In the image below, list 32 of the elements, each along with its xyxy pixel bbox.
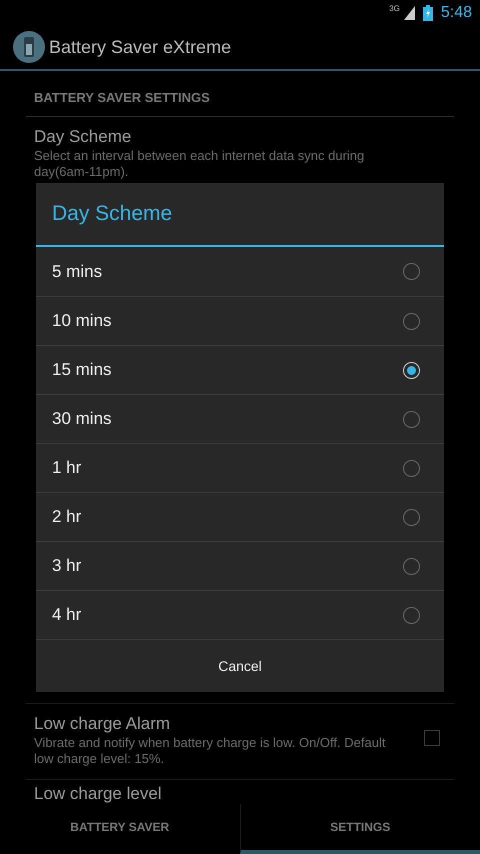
section-header: BATTERY SAVER SETTINGS [26,88,454,116]
setting-summary: Vibrate and notify when battery charge is low. On/Off. Default low charge level: 15%. [34,734,386,766]
radio-button[interactable] [403,558,420,574]
tab[interactable]: SETTINGS [240,804,480,854]
checkbox[interactable] [424,730,440,746]
option-row[interactable]: 15 mins [36,345,444,394]
app-icon [13,31,45,63]
radio-button[interactable] [403,312,420,330]
cancel-button[interactable]: Cancel [36,639,444,692]
radio-button[interactable] [403,460,420,476]
dialog-title: Day Scheme [36,183,444,247]
signal-icon [404,6,415,20]
option-row[interactable]: 10 mins [36,296,444,345]
setting-title[interactable]: Day Scheme [34,126,446,146]
clock: 5:48 [440,2,472,22]
setting-summary: Select an interval between each internet data sync during day(6am-11pm). [34,148,366,180]
radio-button[interactable] [403,263,420,280]
network-type: 3G [389,3,400,15]
app-title: Battery Saver eXtreme [49,36,232,59]
radio-button[interactable] [403,606,420,624]
radio-button[interactable] [403,508,420,526]
option-row[interactable]: 3 hr [36,541,444,590]
option-row[interactable]: 30 mins [36,394,444,443]
setting-title[interactable]: Low charge level [34,784,446,804]
option-row[interactable]: 5 mins [36,247,444,296]
option-row[interactable]: 1 hr [36,443,444,492]
tab[interactable]: BATTERY SAVER [0,804,240,854]
battery-icon [422,4,433,20]
option-row[interactable]: 2 hr [36,492,444,541]
option-row[interactable]: 4 hr [36,590,444,639]
setting-title[interactable]: Low charge Alarm [34,714,424,734]
radio-button[interactable] [403,410,420,428]
